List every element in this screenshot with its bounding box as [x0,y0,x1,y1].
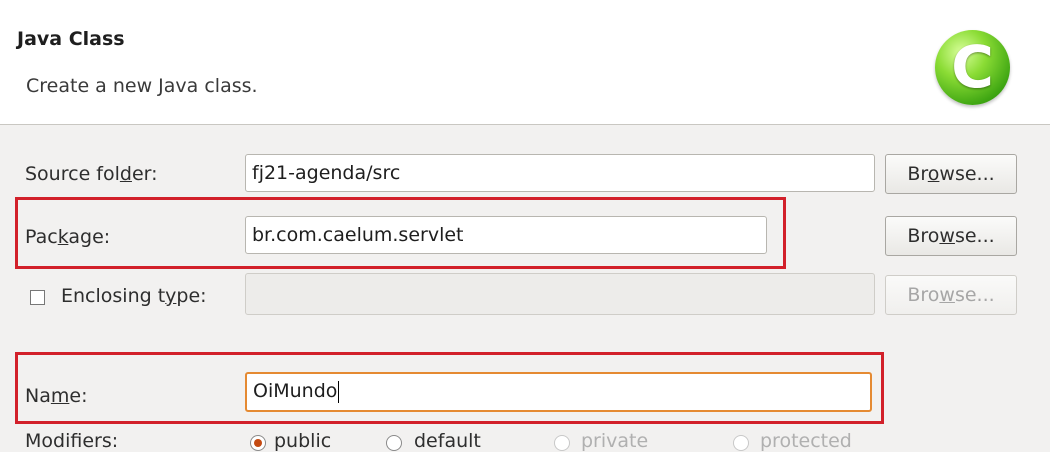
modifiers-label: Modifiers: [25,430,119,452]
java-class-icon-letter: C [951,33,994,101]
name-input[interactable]: OiMundo [245,372,872,412]
modifier-default-radio[interactable] [386,435,402,451]
source-folder-label: Source folder: [25,163,158,185]
enclosing-type-input[interactable] [245,273,875,315]
text-caret [338,380,340,403]
wizard-title: Java Class [17,28,125,50]
enclosing-type-label: Enclosing type: [61,285,207,307]
wizard-header: Java Class Create a new Java class. C [0,0,1050,125]
modifier-protected-label: protected [760,430,852,452]
package-input[interactable]: br.com.caelum.servlet [245,216,767,254]
modifier-private-label: private [581,430,649,452]
modifier-private-radio[interactable] [554,435,570,451]
package-label: Package: [25,226,111,248]
modifier-public-label: public [274,430,332,452]
source-folder-browse-button[interactable]: Browse... [885,154,1017,194]
source-folder-input[interactable]: fj21-agenda/src [245,154,875,192]
package-browse-button[interactable]: Browse... [885,216,1017,256]
modifier-public-radio[interactable] [250,435,266,451]
wizard-description: Create a new Java class. [26,75,258,97]
modifier-protected-radio[interactable] [733,435,749,451]
enclosing-type-checkbox[interactable] [30,290,45,305]
enclosing-type-browse-button[interactable]: Browse... [885,275,1017,315]
name-label: Name: [25,385,88,407]
modifier-default-label: default [414,430,481,452]
java-class-icon: C [935,30,1010,105]
